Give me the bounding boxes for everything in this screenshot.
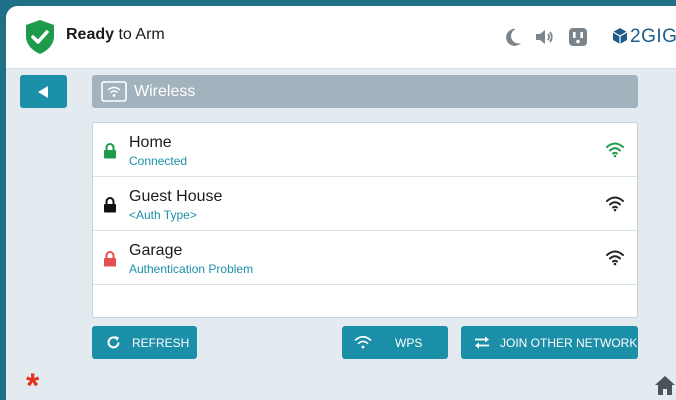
arm-status-rest: to Arm — [118, 26, 165, 43]
lock-icon — [103, 251, 117, 272]
network-name: Garage — [129, 242, 183, 259]
wps-label: WPS — [395, 336, 423, 350]
brand-logo: 2GIG — [612, 26, 676, 51]
status-header: Ready to Arm 2GIG — [6, 6, 676, 69]
network-row-guest-house[interactable]: Guest House <Auth Type> — [93, 177, 637, 231]
outlet-icon[interactable] — [567, 26, 589, 48]
refresh-button[interactable]: REFRESH — [92, 326, 197, 359]
network-name: Guest House — [129, 188, 223, 205]
wps-button[interactable]: WPS — [342, 326, 448, 359]
wifi-signal-icon — [605, 248, 625, 271]
page-title-bar: Wireless — [92, 75, 638, 108]
wifi-signal-icon — [605, 194, 625, 217]
network-list: Home Connected Guest House <Auth Type> G… — [92, 122, 638, 318]
arm-status[interactable]: Ready to Arm — [66, 26, 165, 44]
swap-arrows-icon — [473, 335, 491, 353]
lock-icon — [103, 197, 117, 218]
refresh-label: REFRESH — [132, 336, 190, 350]
wireless-router-icon — [101, 81, 127, 107]
network-status: <Auth Type> — [129, 208, 197, 222]
refresh-icon — [106, 335, 121, 353]
brand-text: 2GIG — [630, 26, 676, 47]
page-title: Wireless — [134, 83, 196, 100]
emergency-icon[interactable]: * — [26, 369, 39, 400]
device-frame: Ready to Arm 2GIG Wireless Home Connecte… — [0, 0, 676, 400]
shield-check-icon — [24, 19, 56, 55]
home-icon[interactable] — [654, 374, 676, 400]
back-arrow-icon — [38, 86, 48, 98]
lock-icon — [103, 143, 117, 164]
network-row-garage[interactable]: Garage Authentication Problem — [93, 231, 637, 285]
brand-cube-icon — [612, 27, 628, 51]
speaker-icon[interactable] — [533, 26, 555, 48]
network-status: Connected — [129, 154, 188, 168]
wifi-icon — [354, 334, 372, 353]
network-status: Authentication Problem — [129, 262, 254, 276]
panel-screen: Ready to Arm 2GIG Wireless Home Connecte… — [6, 6, 676, 400]
network-name: Home — [129, 134, 172, 151]
network-row-home[interactable]: Home Connected — [93, 123, 637, 177]
arm-status-bold: Ready — [66, 26, 115, 43]
moon-icon[interactable] — [502, 26, 524, 48]
join-other-network-button[interactable]: JOIN OTHER NETWORK — [461, 326, 638, 359]
wifi-signal-icon — [605, 140, 625, 163]
back-button[interactable] — [20, 75, 67, 108]
join-other-network-label: JOIN OTHER NETWORK — [500, 336, 638, 350]
